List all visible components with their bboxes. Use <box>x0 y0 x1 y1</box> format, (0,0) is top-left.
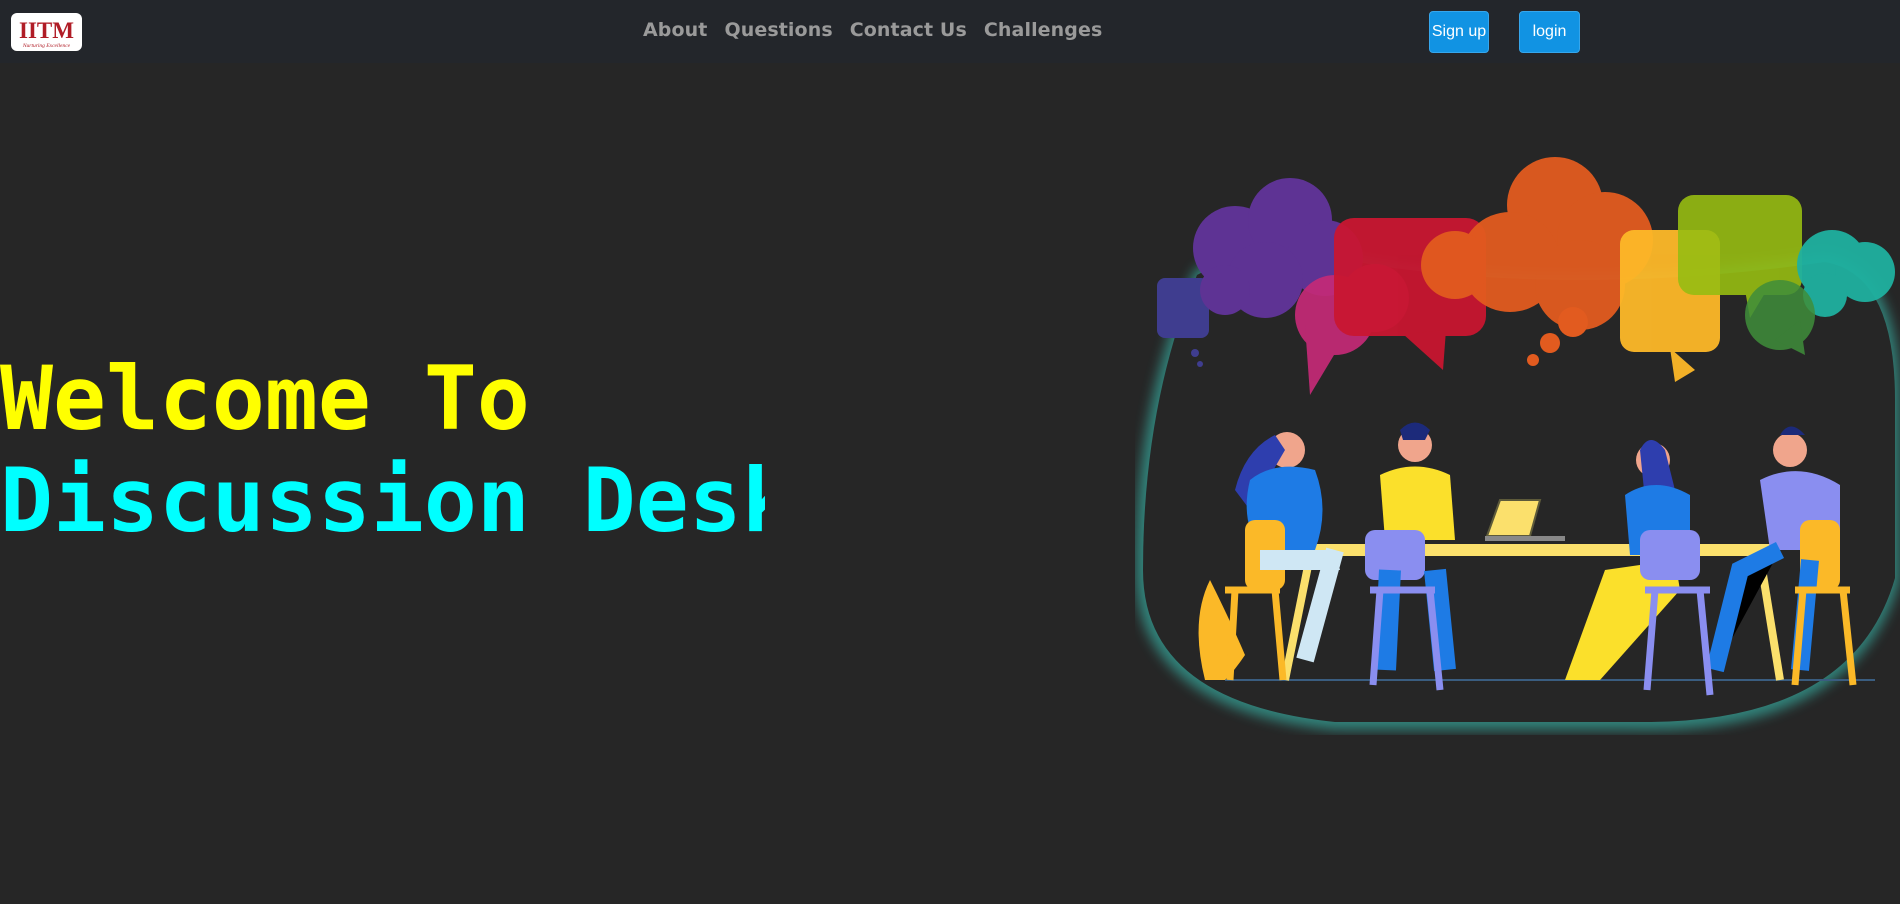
nav-link-challenges[interactable]: Challenges <box>984 19 1103 41</box>
iitm-logo[interactable]: IITM Nurturing Excellence <box>11 13 82 51</box>
hero-title-line2: Discussion Desk <box>0 450 765 552</box>
signup-button[interactable]: Sign up <box>1429 11 1489 53</box>
nav-links: About Questions Contact Us Challenges <box>643 19 1119 41</box>
nav-link-questions[interactable]: Questions <box>724 19 832 41</box>
hero-title: Welcome To Discussion Desk <box>0 348 765 552</box>
nav-link-contact-us[interactable]: Contact Us <box>850 19 967 41</box>
nav-link-about[interactable]: About <box>643 19 707 41</box>
top-navbar: IITM Nurturing Excellence About Question… <box>0 0 1900 63</box>
hero-title-line1: Welcome To <box>0 347 530 450</box>
svg-text:Nurturing Excellence: Nurturing Excellence <box>22 43 71 49</box>
discussion-illustration <box>1135 150 1900 735</box>
login-button[interactable]: login <box>1519 11 1580 53</box>
svg-text:IITM: IITM <box>19 18 74 43</box>
